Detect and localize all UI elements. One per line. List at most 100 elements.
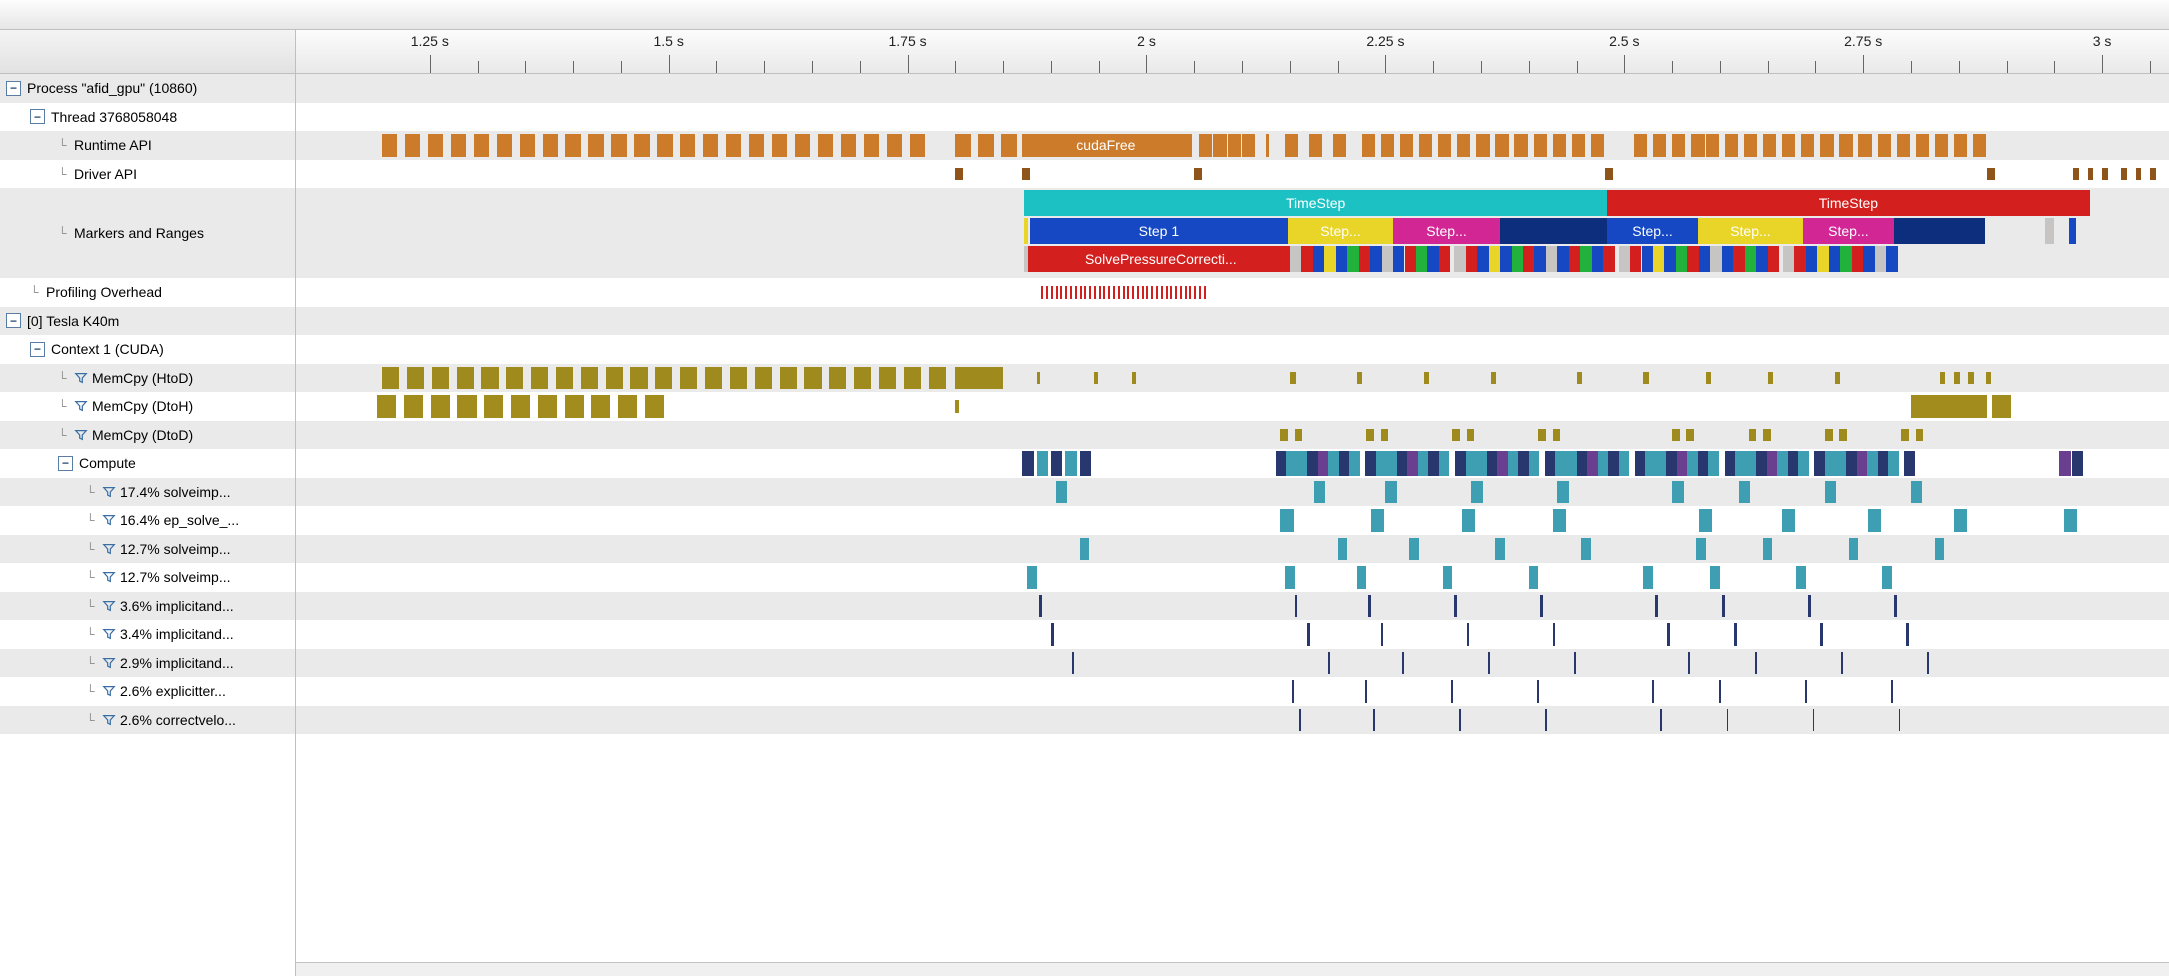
timeline-bar[interactable] [887,134,902,157]
timeline-bar[interactable] [1056,481,1067,504]
timeline-lane[interactable] [296,278,2169,307]
timeline-bar[interactable] [1318,451,1329,476]
timeline-bar[interactable] [1299,709,1301,732]
timeline-bar[interactable] [755,367,772,390]
timeline-bar[interactable] [520,134,535,157]
timeline-bar[interactable] [1537,680,1539,703]
timeline-bar[interactable] [978,134,993,157]
timeline-bar[interactable] [1739,481,1750,504]
range-bar[interactable] [1477,246,1488,272]
filter-icon[interactable] [102,599,116,613]
range-bar[interactable] [1642,246,1653,272]
timeline-bar[interactable] [1080,286,1082,299]
timeline-bar[interactable] [1574,652,1576,675]
timeline-bar[interactable] [1653,134,1666,157]
timeline-bar[interactable] [1891,680,1893,703]
collapse-icon[interactable]: − [30,342,45,357]
timeline-bar[interactable] [1968,395,1987,418]
timeline-bar[interactable] [1022,451,1033,476]
timeline-bar[interactable] [1813,709,1815,732]
timeline-bar[interactable] [1199,286,1201,299]
timeline-bar[interactable] [1452,429,1460,442]
timeline-bar[interactable] [1935,134,1948,157]
timeline-bar[interactable] [1894,595,1897,618]
timeline-bar[interactable] [1825,429,1833,442]
timeline-lane[interactable]: TimeStepTimeStepStep 1Step...Step...Step… [296,188,2169,278]
timeline-bar[interactable] [1577,451,1588,476]
timeline-bar[interactable] [1572,134,1585,157]
timeline-bar[interactable] [606,367,623,390]
range-bar[interactable] [1382,246,1393,272]
tree-row-context[interactable]: − Context 1 (CUDA) [0,335,295,364]
timeline-bar[interactable] [565,134,580,157]
timeline-bar[interactable] [1080,451,1091,476]
timeline-bar[interactable] [1476,134,1489,157]
timeline-bar[interactable] [1495,538,1505,561]
timeline-bar[interactable] [1151,286,1153,299]
timeline-lane[interactable] [296,160,2169,189]
horizontal-scrollbar[interactable] [296,962,2169,976]
timeline-bar[interactable] [1075,286,1077,299]
timeline-bar[interactable] [1180,286,1182,299]
timeline-bar[interactable] [382,134,397,157]
timeline-bar[interactable] [1927,652,1929,675]
timeline-bar[interactable] [1553,623,1556,646]
timeline-bar[interactable] [1868,509,1881,532]
timeline-bar[interactable] [2136,168,2142,181]
timeline-bar[interactable] [1037,372,1041,385]
timeline-bar[interactable] [630,367,647,390]
timeline-bar[interactable] [1266,134,1269,157]
timeline-bar[interactable] [1089,286,1091,299]
timeline-lane[interactable] [296,478,2169,507]
timeline-bar[interactable] [1710,566,1720,589]
timeline-bar[interactable] [1581,538,1591,561]
timeline-bar[interactable] [1065,451,1076,476]
timeline-bar[interactable] [497,134,512,157]
range-bar[interactable] [1301,246,1312,272]
timeline-bar[interactable] [680,367,697,390]
timeline-bar[interactable] [1228,134,1241,157]
timeline-bar[interactable] [1749,429,1757,442]
timeline-bar[interactable] [1467,429,1475,442]
timeline-bar[interactable] [1814,451,1825,476]
timeline-bar[interactable] [1333,134,1346,157]
timeline-bar[interactable] [818,134,833,157]
timeline-bar[interactable] [1065,286,1067,299]
range-bar[interactable] [1466,246,1477,272]
timeline-bar[interactable] [1755,652,1757,675]
range-bar[interactable] [1024,218,1028,244]
timeline-bar[interactable] [1667,623,1670,646]
timeline-bar[interactable] [1782,134,1795,157]
timeline-bar[interactable] [804,367,821,390]
timeline-bar[interactable] [1386,451,1397,476]
timeline-bar[interactable] [1808,595,1811,618]
timeline-bar[interactable] [1858,134,1871,157]
timeline-bar[interactable] [511,395,530,418]
timeline-bar[interactable] [1706,134,1719,157]
timeline-bar[interactable] [1127,286,1129,299]
timeline-lane[interactable] [296,335,2169,364]
timeline-bar[interactable] [1418,451,1429,476]
timeline-bar[interactable] [2121,168,2127,181]
range-bar[interactable] [1500,246,1511,272]
timeline-bar[interactable] [1598,451,1609,476]
timeline-bar[interactable] [1930,395,1949,418]
range-bar[interactable] [1886,246,1897,272]
timeline-bar[interactable] [1046,286,1048,299]
timeline-bar[interactable] [2073,168,2079,181]
timeline-bar[interactable] [1949,395,1968,418]
timeline-bar[interactable] [1727,709,1729,732]
timeline-rows[interactable]: cudaFreeTimeStepTimeStepStep 1Step...Ste… [296,74,2169,976]
timeline-bar[interactable] [1782,509,1795,532]
timeline-bar[interactable] [1756,451,1767,476]
timeline-bar[interactable] [1768,372,1774,385]
timeline-lane[interactable] [296,535,2169,564]
timeline-bar[interactable] [1314,481,1325,504]
timeline-bar[interactable] [1407,451,1418,476]
timeline-bar[interactable] [1466,451,1477,476]
timeline-bar[interactable] [457,367,474,390]
timeline-bar[interactable] [1041,286,1043,299]
timeline-lane[interactable] [296,506,2169,535]
timeline-bar[interactable] [1487,451,1498,476]
range-bar[interactable] [1687,246,1698,272]
